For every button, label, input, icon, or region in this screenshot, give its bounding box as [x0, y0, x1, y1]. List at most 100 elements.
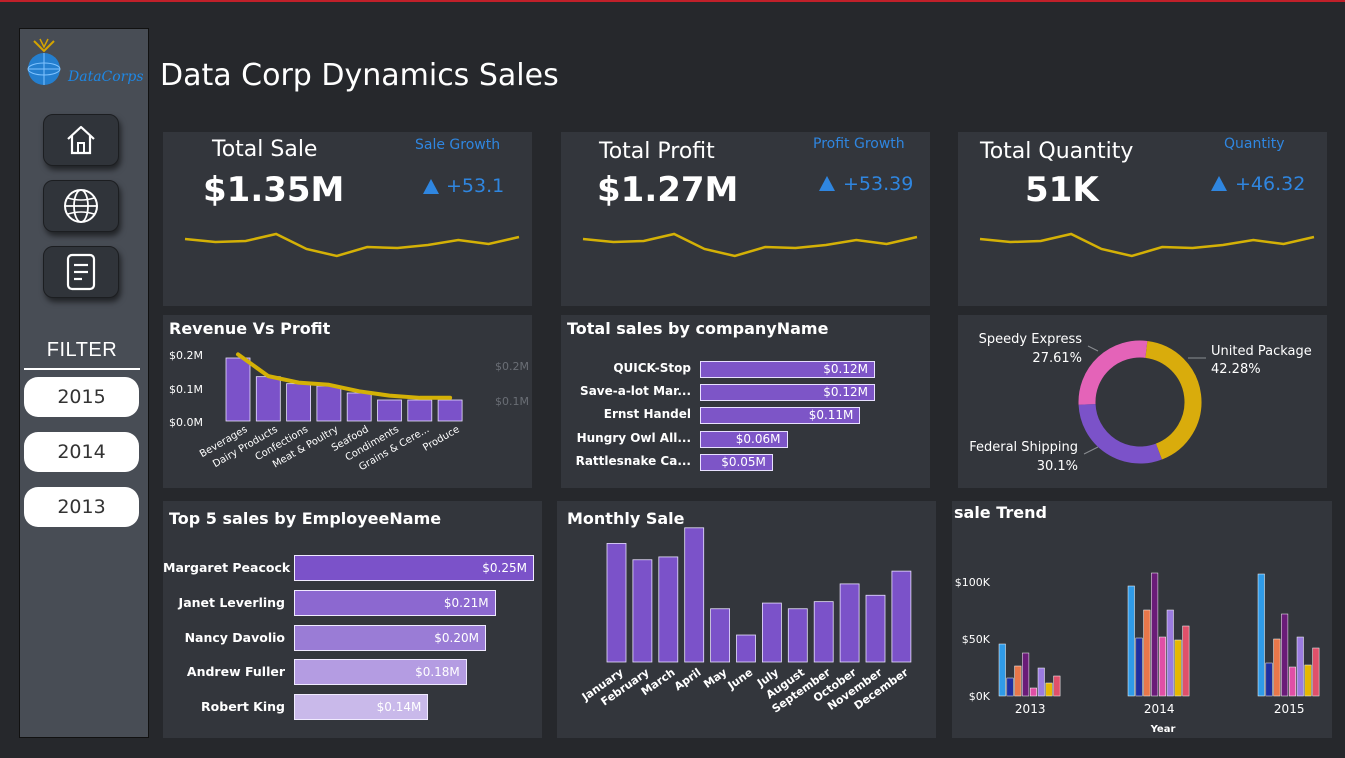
y-tick-label: $0.2M [169, 349, 203, 362]
month-bar[interactable] [813, 601, 834, 663]
sparkline-path [184, 232, 520, 258]
employee-bar-value: $0.18M [415, 665, 460, 679]
employee-bar[interactable]: $0.18M [294, 659, 467, 685]
revenue-vs-profit-panel: Revenue Vs Profit $0.2M $0.1M $0.0M $0.2M $0… [163, 315, 532, 488]
donut-slice[interactable] [1078, 340, 1148, 405]
month-bar[interactable] [658, 556, 679, 663]
month-bar[interactable] [632, 559, 653, 663]
x-tick-label: 2015 [1274, 702, 1305, 716]
trend-bar[interactable] [998, 643, 1006, 697]
revenue-bar[interactable] [407, 399, 433, 422]
monthly-sale-panel: Monthly Sale January February March April Ma… [557, 501, 936, 738]
month-label: April [672, 666, 704, 693]
employee-label: Andrew Fuller [186, 664, 285, 679]
month-bar[interactable] [839, 583, 860, 663]
trend-bar[interactable] [1053, 675, 1061, 697]
trend-bar[interactable] [1304, 664, 1312, 697]
company-bar-value: $0.05M [721, 455, 766, 469]
trend-bar[interactable] [1166, 609, 1174, 697]
employee-label: Janet Leverling [178, 595, 285, 610]
revenue-bar[interactable] [255, 376, 281, 422]
sparkline-path [979, 232, 1315, 258]
monthly-sale-chart: JanuaryFebruaryMarchAprilMayJune JulyAugu… [579, 527, 912, 716]
month-label: June [725, 666, 756, 693]
employee-bar[interactable]: $0.14M [294, 694, 429, 720]
trend-bar[interactable] [1174, 639, 1182, 697]
revenue-bar[interactable] [346, 392, 372, 422]
employee-bar[interactable]: $0.25M [294, 555, 534, 581]
trend-bar[interactable] [1022, 652, 1030, 697]
trend-bar[interactable] [1158, 636, 1166, 697]
trend-bar[interactable] [1135, 637, 1143, 697]
trend-bar[interactable] [1296, 636, 1304, 697]
month-bar[interactable] [710, 608, 731, 663]
revenue-bar[interactable] [437, 399, 463, 422]
trend-bar[interactable] [1127, 585, 1135, 697]
trend-bar[interactable] [1257, 573, 1265, 697]
employee-bar-value: $0.25M [482, 561, 527, 575]
month-bar[interactable] [761, 602, 782, 663]
employee-sales-panel: Top 5 sales by EmployeeName Margaret Pea… [163, 501, 542, 738]
employee-bar[interactable]: $0.21M [294, 590, 496, 616]
revenue-bar[interactable] [286, 383, 311, 422]
trend-bar[interactable] [1037, 667, 1045, 697]
top-accent-line [0, 0, 1345, 2]
donut-slice-name: United Package [1211, 344, 1312, 359]
globe-button[interactable] [43, 180, 119, 232]
revenue-bar[interactable] [225, 357, 251, 422]
company-bar[interactable]: $0.05M [700, 454, 773, 471]
month-bar[interactable] [684, 527, 705, 663]
kpi-card-total-sale: Total Sale $1.35M Sale Growth +53.1 [163, 132, 532, 306]
y-tick-label: $0.1M [169, 383, 203, 396]
kpi-sparkline [979, 232, 1315, 258]
logo-text: DataCorps [68, 69, 144, 85]
employee-bar[interactable]: $0.20M [294, 625, 486, 651]
home-button[interactable] [43, 114, 119, 166]
trend-bar[interactable] [1029, 687, 1037, 697]
x-axis-title: Year [1150, 724, 1176, 735]
company-label: Save-a-lot Mar... [580, 384, 691, 398]
panel-title: Top 5 sales by EmployeeName [169, 509, 442, 528]
month-bar[interactable] [606, 543, 627, 663]
month-bar[interactable] [736, 634, 756, 663]
year-button-2014[interactable]: 2014 [24, 432, 139, 472]
company-bar-value: $0.12M [823, 362, 868, 376]
company-label: Hungry Owl All... [576, 431, 691, 445]
home-icon [67, 125, 95, 155]
trend-bar[interactable] [1265, 662, 1273, 697]
donut-slice[interactable] [1144, 340, 1202, 460]
panel-title: Total sales by companyName [567, 319, 829, 338]
trend-bar[interactable] [1281, 613, 1289, 697]
month-bar[interactable] [891, 570, 912, 663]
company-bar[interactable]: $0.12M [700, 384, 875, 401]
year-button-2013[interactable]: 2013 [24, 487, 139, 527]
month-bar[interactable] [787, 608, 808, 663]
trend-bar[interactable] [1312, 647, 1320, 697]
trend-bar[interactable] [1143, 609, 1151, 697]
company-bar[interactable]: $0.12M [700, 361, 875, 378]
y2-tick-label: $0.2M [495, 360, 529, 373]
shipper-donut-chart: United Package 42.28% Federal Shipping 30.1… [969, 332, 1312, 474]
y-tick-label: $0K [969, 690, 991, 703]
employee-bar-value: $0.21M [443, 596, 489, 610]
revenue-bar[interactable] [377, 399, 402, 422]
trend-bar[interactable] [1273, 638, 1281, 697]
company-bar-value: $0.12M [823, 385, 868, 399]
company-bar[interactable]: $0.11M [700, 407, 861, 424]
month-bar[interactable] [865, 594, 886, 663]
year-button-2015[interactable]: 2015 [24, 377, 139, 417]
company-label: QUICK-Stop [613, 361, 691, 375]
trend-bar[interactable] [1006, 677, 1014, 697]
trend-bar[interactable] [1045, 682, 1053, 697]
report-button[interactable] [43, 246, 119, 298]
sale-trend-chart: $100K $50K $0K 2013 2014 2015 Year [955, 572, 1320, 735]
trend-bar[interactable] [1288, 666, 1296, 697]
revenue-bar[interactable] [316, 385, 342, 422]
company-bar[interactable]: $0.06M [700, 431, 788, 448]
trend-bar[interactable] [1014, 665, 1022, 697]
company-label: Ernst Handel [603, 407, 691, 421]
trend-bar[interactable] [1182, 625, 1190, 697]
employee-bar-value: $0.14M [376, 700, 422, 714]
company-sales-panel: Total sales by companyName QUICK-Stop $0.… [561, 315, 930, 488]
trend-bar[interactable] [1151, 572, 1159, 697]
